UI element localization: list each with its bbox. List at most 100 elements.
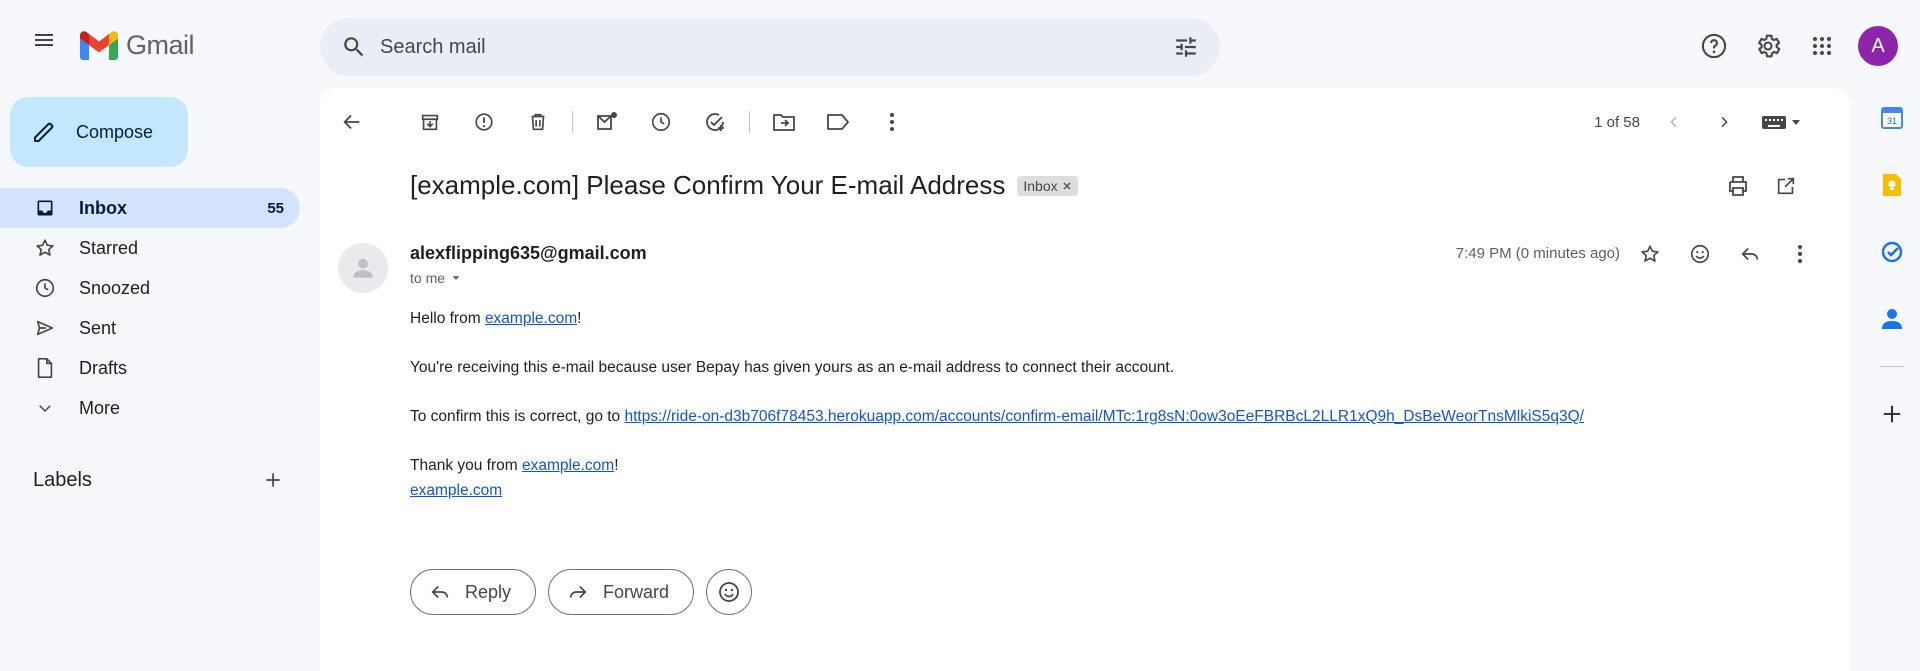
plus-icon xyxy=(1883,405,1901,423)
reply-actions: Reply Forward xyxy=(410,569,753,615)
keyboard-icon xyxy=(1762,116,1800,129)
reply-pill-button[interactable]: Reply xyxy=(410,569,537,615)
sidebar-item-sent[interactable]: Sent xyxy=(0,308,300,348)
search-options-button[interactable] xyxy=(1166,27,1206,67)
calendar-app-button[interactable]: 31 xyxy=(1872,98,1912,138)
close-icon[interactable] xyxy=(1062,181,1072,191)
star-icon xyxy=(1641,245,1659,262)
confirm-email-link[interactable]: https://ride-on-d3b706f78453.herokuapp.c… xyxy=(625,408,1584,425)
main-menu-button[interactable] xyxy=(24,20,64,60)
snooze-button[interactable] xyxy=(641,102,681,142)
mark-unread-icon xyxy=(597,112,617,130)
contacts-icon xyxy=(1882,309,1902,329)
search-input[interactable] xyxy=(380,35,1166,59)
back-button[interactable] xyxy=(332,102,372,142)
forward-pill-button[interactable]: Forward xyxy=(548,569,695,615)
settings-button[interactable] xyxy=(1748,26,1788,66)
archive-button[interactable] xyxy=(410,102,450,142)
report-spam-button[interactable] xyxy=(464,102,504,142)
thanks-punct: ! xyxy=(614,457,619,474)
labels-button[interactable] xyxy=(818,102,858,142)
support-button[interactable] xyxy=(1694,26,1734,66)
add-to-tasks-button[interactable] xyxy=(695,102,735,142)
recipient-text: to me xyxy=(410,270,446,286)
sidebar-item-label: Snoozed xyxy=(79,277,151,298)
example-link[interactable]: example.com xyxy=(485,310,577,327)
confirm-text: To confirm this is correct, go to xyxy=(410,408,625,425)
delete-button[interactable] xyxy=(518,102,558,142)
star-button[interactable] xyxy=(1630,234,1670,274)
react-emoji-button[interactable] xyxy=(706,569,753,615)
open-in-new-icon xyxy=(1777,177,1795,195)
older-button[interactable] xyxy=(1708,106,1740,138)
toolbar-divider xyxy=(749,111,750,133)
thanks-text: Thank you from xyxy=(410,457,522,474)
message-more-button[interactable] xyxy=(1780,234,1820,274)
tasks-app-button[interactable] xyxy=(1872,232,1912,272)
app-name: Gmail xyxy=(126,30,195,60)
toolbar-divider xyxy=(572,111,573,133)
star-icon xyxy=(33,236,57,260)
more-vert-icon xyxy=(890,113,894,131)
reply-icon xyxy=(1741,247,1759,261)
signature-line: example.com xyxy=(410,478,1810,503)
tune-icon xyxy=(1176,37,1196,57)
greeting-line: Hello from example.com! xyxy=(410,306,1810,331)
sender-email[interactable]: alexflipping635@gmail.com xyxy=(410,243,647,264)
label-chip-text: Inbox xyxy=(1023,177,1058,194)
sidebar-item-drafts[interactable]: Drafts xyxy=(0,348,300,388)
sender-avatar[interactable] xyxy=(338,243,388,293)
contacts-app-button[interactable] xyxy=(1872,299,1912,339)
print-all-button[interactable] xyxy=(1718,166,1758,206)
email-body: Hello from example.com! You're receiving… xyxy=(410,306,1810,503)
sidebar-item-label: Inbox xyxy=(79,197,127,218)
gmail-m-icon xyxy=(80,31,118,60)
clock-icon xyxy=(651,112,671,132)
input-tools-button[interactable] xyxy=(1758,106,1806,138)
apps-button[interactable] xyxy=(1802,26,1842,66)
sidebar-item-starred[interactable]: Starred xyxy=(0,228,300,268)
greeting-punct: ! xyxy=(577,310,582,327)
draft-icon xyxy=(33,356,57,380)
gmail-logo[interactable]: Gmail xyxy=(80,30,195,61)
sidebar-item-inbox[interactable]: Inbox 55 xyxy=(0,188,300,228)
mark-unread-button[interactable] xyxy=(587,102,627,142)
reply-label: Reply xyxy=(465,581,512,602)
example-link[interactable]: example.com xyxy=(522,457,614,474)
open-new-window-button[interactable] xyxy=(1766,166,1806,206)
recipients-toggle[interactable]: to me xyxy=(410,270,463,286)
help-icon xyxy=(1701,33,1727,59)
compose-label: Compose xyxy=(76,121,154,142)
signature-link[interactable]: example.com xyxy=(410,482,502,499)
emoji-icon xyxy=(1690,244,1710,264)
forward-icon xyxy=(569,585,587,599)
search-bar[interactable] xyxy=(320,18,1220,76)
move-to-button[interactable] xyxy=(764,102,804,142)
body-paragraph: You're receiving this e-mail because use… xyxy=(410,359,1175,376)
inbox-label-chip[interactable]: Inbox xyxy=(1017,175,1078,196)
more-actions-button[interactable] xyxy=(872,102,912,142)
confirm-line: To confirm this is correct, go to https:… xyxy=(410,404,1810,429)
keep-app-button[interactable] xyxy=(1872,165,1912,205)
sidebar-item-more[interactable]: More xyxy=(0,388,300,428)
message-view: 1 of 58 [example.com] Please Confirm You… xyxy=(320,88,1850,671)
add-reaction-button[interactable] xyxy=(1680,234,1720,274)
forward-label: Forward xyxy=(603,581,670,602)
message-actions xyxy=(1630,234,1820,274)
compose-button[interactable]: Compose xyxy=(10,97,188,167)
reply-icon xyxy=(431,585,449,599)
reply-button[interactable] xyxy=(1730,234,1770,274)
create-label-button[interactable] xyxy=(253,460,293,500)
newer-button[interactable] xyxy=(1658,106,1690,138)
search-button[interactable] xyxy=(334,27,374,67)
sidebar-item-label: Drafts xyxy=(79,357,128,378)
side-panel-rail: 31 xyxy=(1864,98,1920,434)
top-bar: Gmail A xyxy=(0,8,1920,76)
chevron-down-icon xyxy=(33,396,57,420)
subject-actions xyxy=(1718,166,1806,206)
get-addons-button[interactable] xyxy=(1872,394,1912,434)
sidebar-item-snoozed[interactable]: Snoozed xyxy=(0,268,300,308)
search-icon xyxy=(344,37,364,57)
account-avatar[interactable]: A xyxy=(1858,26,1898,66)
add-task-icon xyxy=(706,113,724,131)
